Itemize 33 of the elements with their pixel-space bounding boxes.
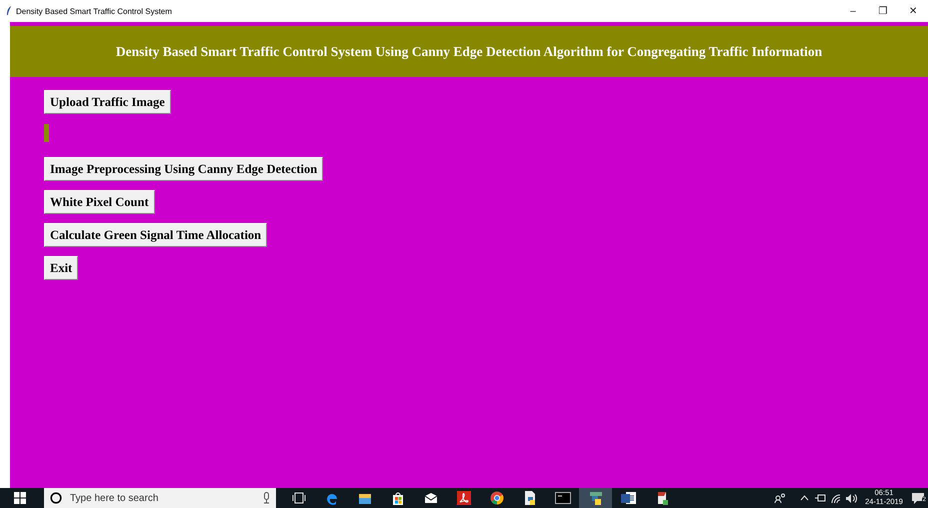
microphone-icon[interactable]: [263, 492, 270, 504]
pdf-icon[interactable]: [456, 491, 470, 505]
notification-icon[interactable]: [911, 492, 925, 504]
action-button[interactable]: Exit: [44, 256, 78, 280]
people-icon[interactable]: [774, 493, 786, 503]
speaker-icon[interactable]: [846, 494, 858, 502]
network-icon[interactable]: [814, 494, 826, 502]
action-button[interactable]: White Pixel Count: [44, 190, 155, 214]
start-icon[interactable]: [14, 492, 26, 504]
shopping-bag-icon[interactable]: [390, 491, 404, 505]
search-field[interactable]: Type here to search: [44, 488, 276, 508]
action-button[interactable]: Image Preprocessing Using Canny Edge Detection: [44, 157, 324, 181]
terminal-icon[interactable]: [554, 491, 570, 505]
window-title: Density Based Smart Traffic Control System: [16, 6, 173, 16]
action-button[interactable]: Upload Traffic Image: [44, 90, 171, 114]
close-button[interactable]: ✕: [898, 5, 928, 17]
chevron-up-icon[interactable]: [800, 495, 808, 501]
wifi-icon[interactable]: [831, 494, 841, 502]
python-file-icon[interactable]: [522, 491, 536, 505]
chrome-icon[interactable]: [490, 491, 504, 505]
word-icon[interactable]: [620, 491, 636, 505]
status-label: [44, 124, 49, 142]
feather-icon: [6, 6, 12, 16]
action-button[interactable]: Calculate Green Signal Time Allocation: [44, 223, 268, 247]
folder-icon[interactable]: [358, 491, 372, 505]
task-view-icon[interactable]: [292, 491, 306, 505]
browser-icon[interactable]: [324, 491, 338, 505]
restore-button[interactable]: ❐: [868, 5, 898, 17]
search-icon: [50, 492, 62, 504]
minimize-button[interactable]: –: [838, 6, 868, 16]
search-field[interactable]: Type here to search: [68, 492, 257, 504]
header-title: Density Based Smart Traffic Control System Using Canny Edge Detection Algorithm for Congregating Traffic Information: [116, 44, 822, 60]
envelope-icon[interactable]: [424, 491, 438, 505]
